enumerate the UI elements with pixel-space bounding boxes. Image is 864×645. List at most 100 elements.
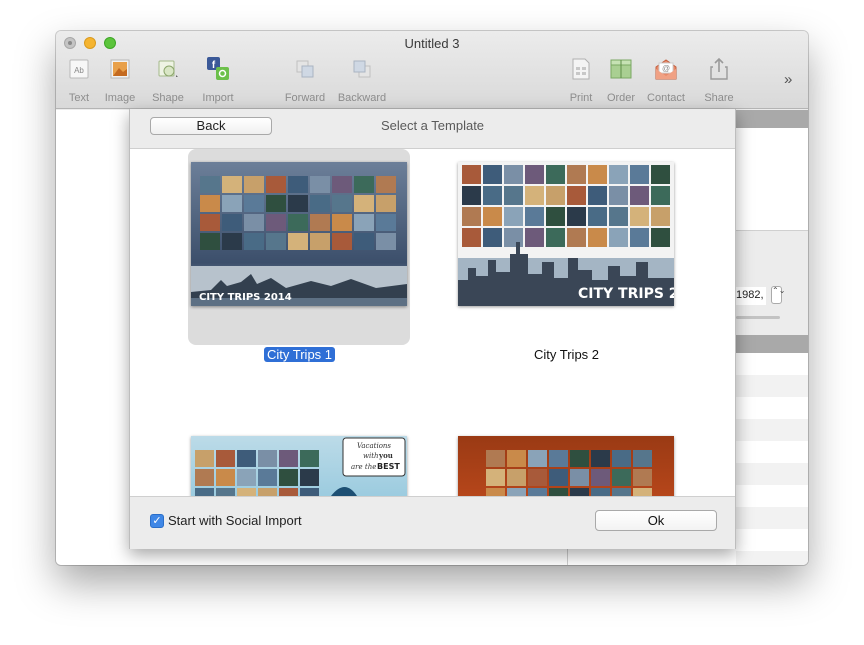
mosaic-photo — [483, 186, 502, 205]
toolbar-shape-label: Shape — [152, 92, 184, 104]
mosaic-photo — [609, 207, 628, 226]
mosaic-photo — [266, 233, 286, 250]
mosaic-photo — [310, 233, 330, 250]
thumbnail-caption: CITY TRIPS 2014 — [578, 286, 674, 302]
mosaic-photo — [279, 469, 298, 486]
toolbar-contact-button[interactable]: @ Contact — [641, 57, 691, 104]
shape-icon — [158, 60, 178, 77]
mosaic-photo — [591, 450, 610, 467]
mosaic-photo — [222, 195, 242, 212]
thumbnail-caption: CITY TRIPS 2014 — [199, 292, 292, 303]
mosaic-photo — [609, 165, 628, 184]
mosaic-photo — [332, 195, 352, 212]
mosaic-photo — [507, 450, 526, 467]
mosaic-photo — [376, 214, 396, 231]
mosaic-photo — [528, 469, 547, 486]
mosaic-photo — [483, 228, 502, 247]
mosaic-photo — [507, 469, 526, 486]
mosaic-photo — [258, 450, 277, 467]
mosaic-photo — [332, 214, 352, 231]
template-label-city-trips-2[interactable]: City Trips 2 — [534, 347, 599, 362]
mosaic-photo — [549, 469, 568, 486]
mosaic-photo — [528, 450, 547, 467]
mosaic-photo — [651, 165, 670, 184]
image-icon — [110, 59, 130, 79]
forward-icon — [296, 60, 314, 78]
inspector-row — [736, 551, 808, 565]
social-import-label: Start with Social Import — [168, 513, 302, 528]
mosaic-photo — [200, 176, 220, 193]
template-thumbnail-orange[interactable] — [458, 436, 674, 496]
toolbar-order-button[interactable]: Order — [596, 57, 646, 104]
toolbar-forward-button[interactable]: Forward — [280, 57, 330, 104]
mosaic-photo — [633, 450, 652, 467]
template-label-city-trips-1[interactable]: City Trips 1 — [264, 347, 336, 362]
mosaic-photo — [546, 186, 565, 205]
mosaic-photo — [237, 469, 256, 486]
svg-text:@: @ — [662, 64, 670, 73]
mosaic-photo — [525, 228, 544, 247]
mosaic-photo — [504, 207, 523, 226]
mosaic-photo — [612, 450, 631, 467]
mosaic-photo — [279, 450, 298, 467]
mosaic-photo — [258, 488, 277, 496]
mosaic-photo — [570, 450, 589, 467]
template-thumbnail-city-trips-1[interactable]: CITY TRIPS 2014 — [191, 162, 407, 306]
mosaic-photo — [244, 214, 264, 231]
toolbar-forward-label: Forward — [284, 92, 326, 104]
mosaic-photo — [195, 488, 214, 496]
toolbar-share-button[interactable]: Share — [694, 57, 744, 104]
mosaic-photo — [504, 165, 523, 184]
mosaic-photo — [354, 195, 374, 212]
mosaic-photo — [486, 488, 505, 496]
mosaic-photo — [504, 186, 523, 205]
ok-button[interactable]: Ok — [595, 510, 717, 531]
mosaic-photo — [567, 228, 586, 247]
mosaic-photo — [630, 207, 649, 226]
inspector-panel: 1982, ⌃⌄ — [736, 230, 808, 335]
inspector-header — [736, 110, 808, 128]
mosaic-photo — [546, 207, 565, 226]
template-grid[interactable]: CITY TRIPS 2014 City Trips 1 CITY TRIPS … — [130, 149, 735, 496]
inspector-slider[interactable] — [736, 316, 780, 319]
mosaic-photo — [300, 469, 319, 486]
toolbar-backward-button[interactable]: Backward — [337, 57, 387, 104]
title-bar: Untitled 3 Ab Text Image Shape f Import … — [56, 31, 808, 109]
toolbar-overflow-button[interactable]: » — [784, 71, 792, 88]
toolbar-image-label: Image — [104, 92, 136, 104]
mosaic-photo — [354, 176, 374, 193]
toolbar-contact-label: Contact — [647, 92, 685, 104]
vacations-preview: Vacations with you are the BEST — [195, 437, 406, 496]
template-thumbnail-vacations[interactable]: Vacations with you are the BEST — [191, 436, 407, 496]
mosaic-photo — [591, 469, 610, 486]
mosaic-photo — [288, 233, 308, 250]
sheet-header: Back Select a Template — [130, 109, 735, 149]
mosaic-photo — [200, 233, 220, 250]
mosaic-photo — [310, 195, 330, 212]
mosaic-photo — [612, 488, 631, 496]
toolbar-import-button[interactable]: f Import — [193, 57, 243, 104]
mosaic-photo — [591, 488, 610, 496]
mosaic-photo — [200, 214, 220, 231]
mosaic-photo — [237, 450, 256, 467]
template-thumbnail-city-trips-2[interactable]: CITY TRIPS 2014 — [458, 162, 674, 306]
toolbar-shape-button[interactable]: Shape — [143, 57, 193, 104]
mosaic-photo — [588, 228, 607, 247]
order-icon — [610, 59, 632, 79]
inspector-row — [736, 375, 808, 397]
sheet-footer: ✓ Start with Social Import Ok — [130, 496, 735, 549]
mosaic-photo — [483, 165, 502, 184]
inspector-value-field[interactable]: 1982, — [736, 287, 766, 305]
inspector-stepper[interactable]: ⌃⌄ — [771, 286, 785, 304]
mosaic-photo — [222, 233, 242, 250]
toolbar-image-button[interactable]: Image — [95, 57, 145, 104]
mosaic-photo — [651, 186, 670, 205]
mosaic-photo — [222, 214, 242, 231]
mosaic-photo — [525, 207, 544, 226]
mosaic-photo — [570, 488, 589, 496]
mosaic-photo — [630, 228, 649, 247]
mosaic-photo — [237, 488, 256, 496]
social-import-checkbox[interactable]: ✓ — [150, 514, 164, 528]
mosaic-photo — [216, 450, 235, 467]
inspector-section-header — [736, 335, 808, 353]
